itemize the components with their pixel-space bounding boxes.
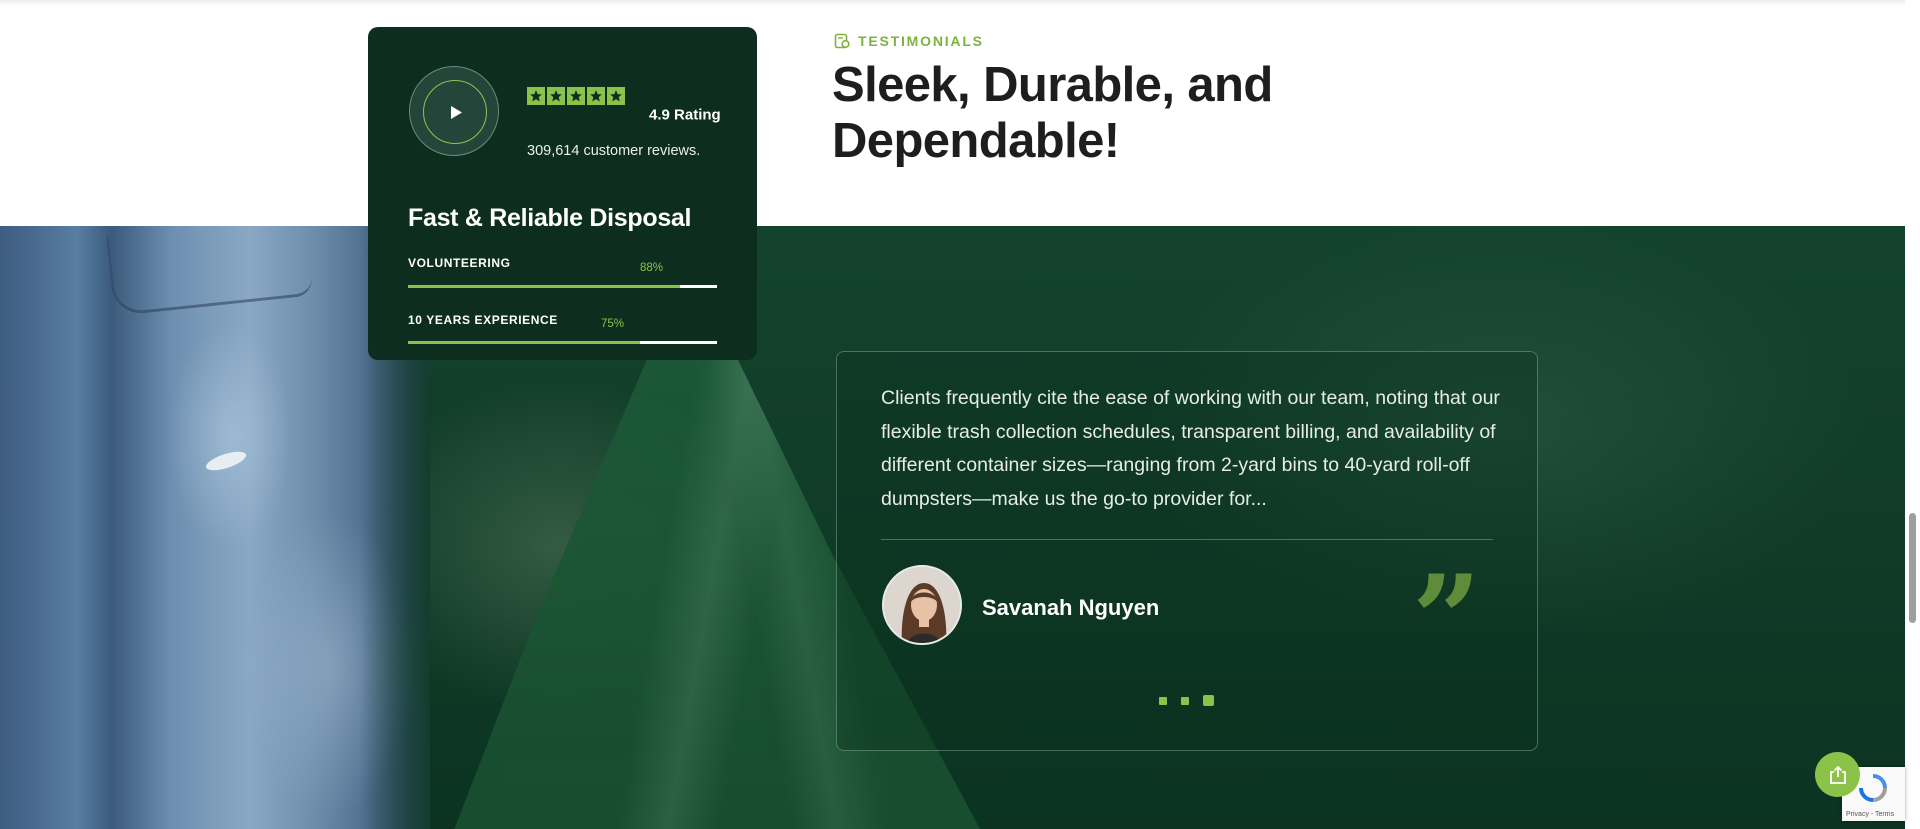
star-icon [567,87,585,105]
star-icon [547,87,565,105]
testimonial-divider [881,539,1493,540]
play-ring[interactable] [423,80,487,144]
testimonial-card: Clients frequently cite the ease of work… [836,351,1538,751]
testimonial-author: Savanah Nguyen [982,595,1160,620]
star-icon [527,87,545,105]
progress-label-volunteering: VOLUNTEERING [408,256,511,270]
progress-bar-volunteering [408,285,717,288]
rating-stars [527,87,625,105]
jeans-photo [0,226,430,829]
progress-fill-volunteering [408,285,680,288]
jeans-rip [203,447,249,475]
leaf-badge-icon [834,33,850,49]
jeans-pocket [106,226,314,317]
slider-dot[interactable] [1181,696,1189,705]
reviews-count: 309,614 customer reviews. [527,143,701,159]
share-icon [1829,765,1846,784]
recaptcha-icon [1859,774,1887,802]
header-shadow [0,0,1920,6]
video-play-button[interactable] [409,66,499,156]
card-title: Fast & Reliable Disposal [408,204,692,232]
play-icon [450,105,462,119]
section-headline: Sleek, Durable, and Dependable! [832,58,1273,168]
star-icon [587,87,605,105]
slider-dot[interactable] [1203,695,1214,706]
quote-mark-icon: ” [1412,549,1482,690]
slider-dot[interactable] [1159,696,1167,705]
recaptcha-footer[interactable]: Privacy - Terms [1846,811,1894,818]
rating-label: 4.9 Rating [649,106,721,124]
avatar [882,565,962,645]
star-icon [607,87,625,105]
stats-card: 4.9 Rating 309,614 customer reviews. Fas… [368,27,757,360]
section-eyebrow: TESTIMONIALS [834,33,984,49]
eyebrow-text: TESTIMONIALS [858,33,984,49]
progress-fill-experience [408,341,640,344]
scrollbar-thumb[interactable] [1909,513,1916,623]
progress-percent-volunteering: 88% [640,262,664,274]
testimonial-quote: Clients frequently cite the ease of work… [881,387,1500,510]
avatar-portrait [884,567,960,643]
progress-label-experience: 10 YEARS EXPERIENCE [408,313,558,327]
progress-percent-experience: 75% [601,318,625,330]
progress-bar-experience [408,341,717,344]
page-scrollbar[interactable] [1905,0,1920,829]
slider-pagination [1159,695,1214,706]
share-button[interactable] [1815,752,1860,797]
